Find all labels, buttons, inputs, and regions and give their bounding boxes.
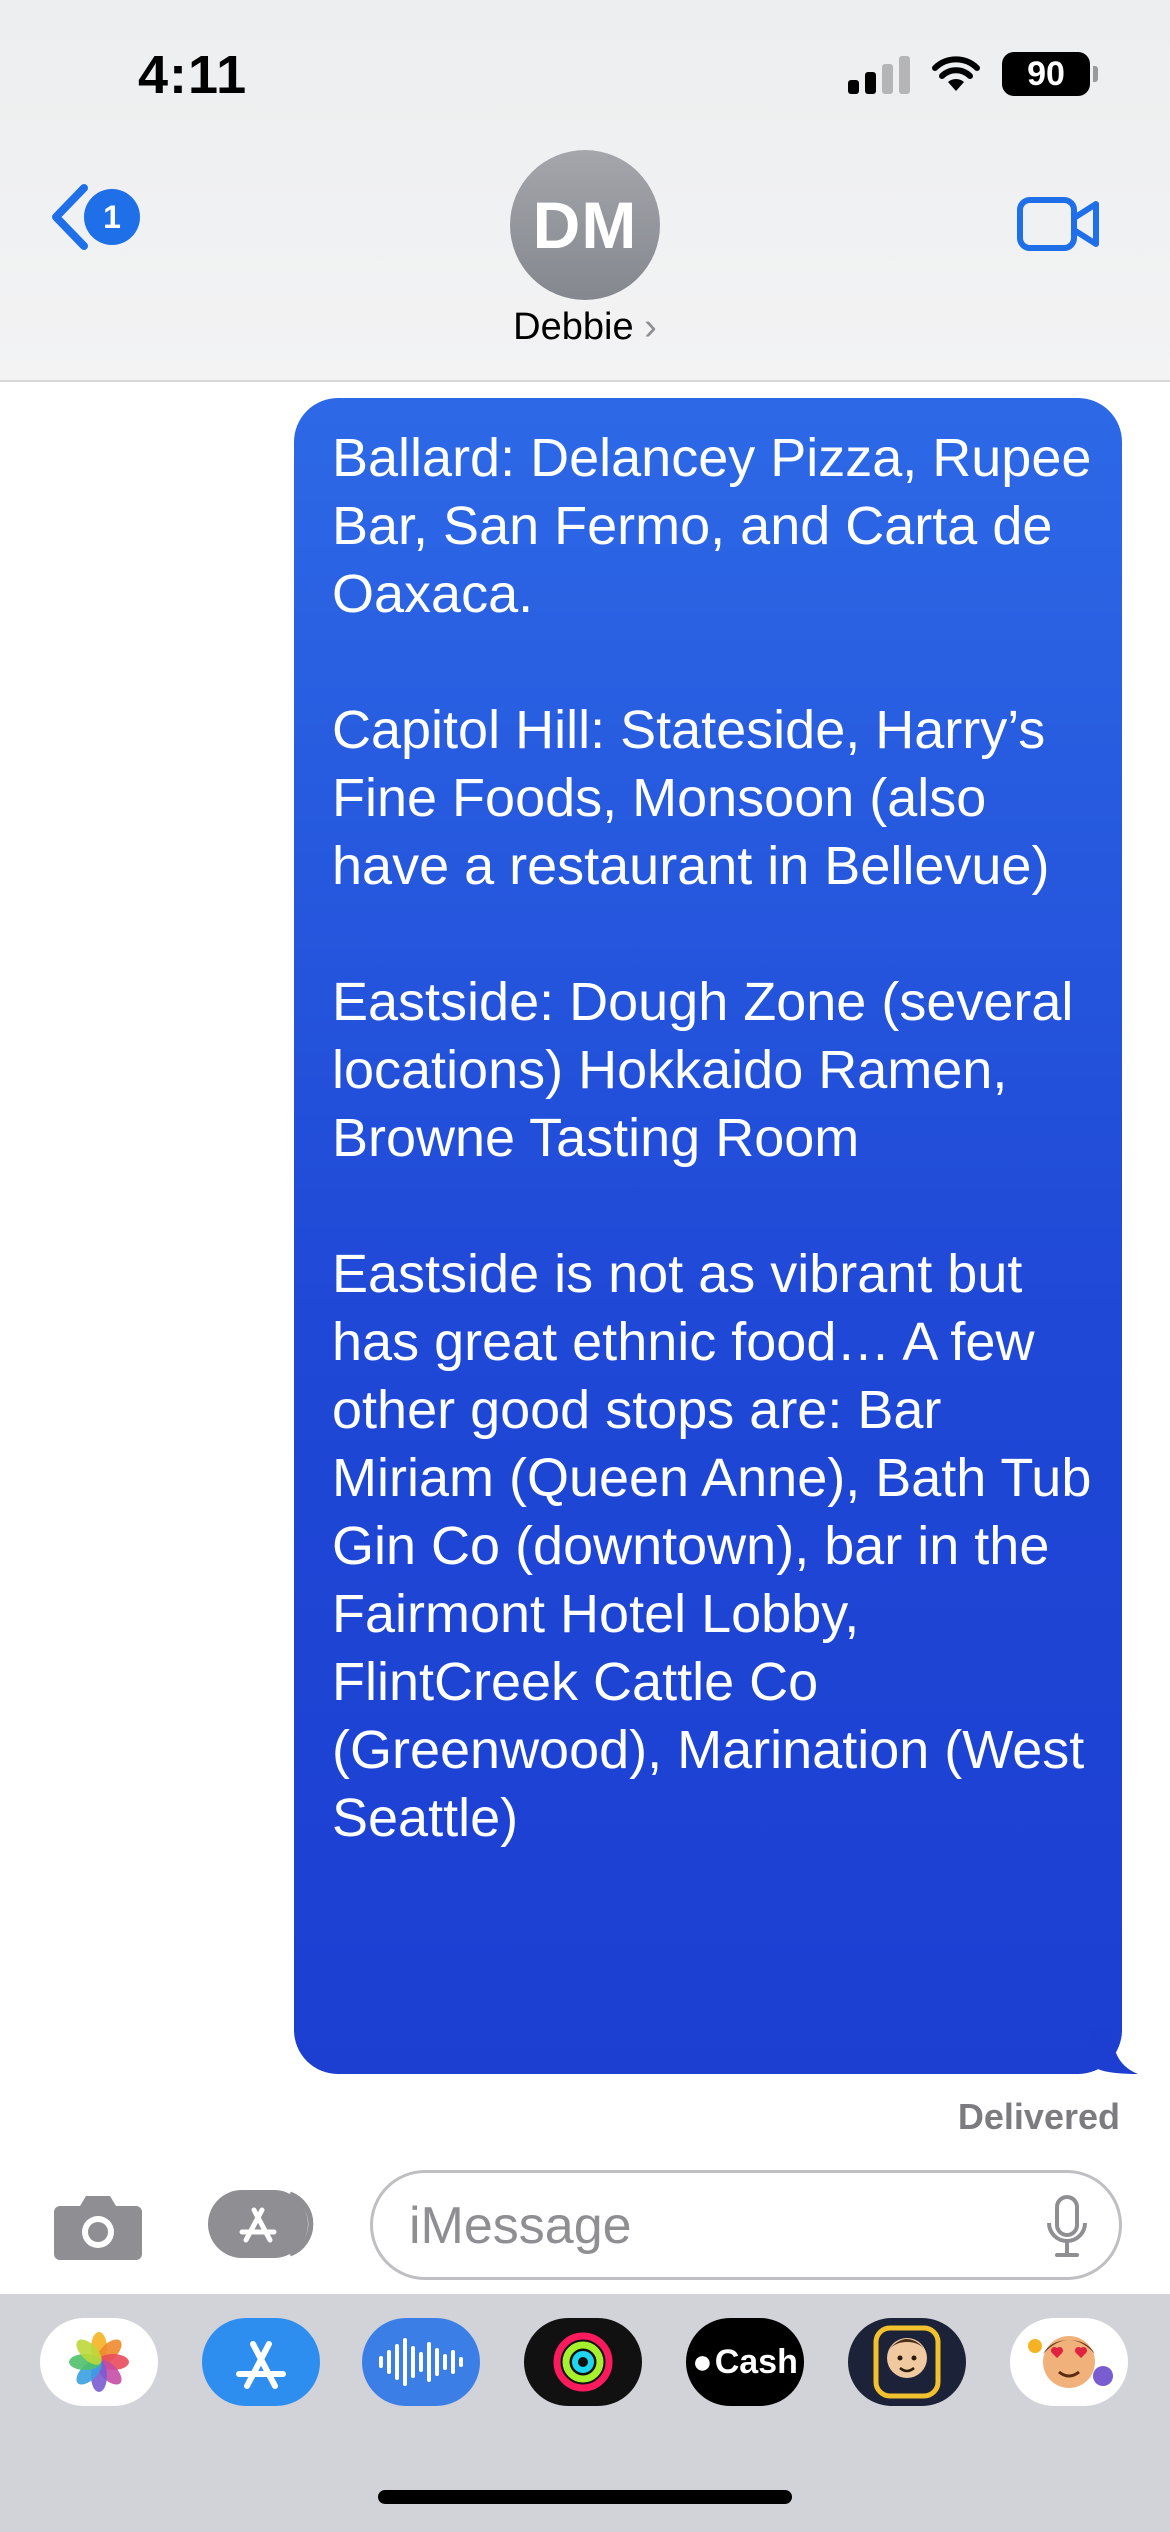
delivery-status: Delivered [957,2096,1120,2137]
apple-logo-icon: ● [692,2342,713,2381]
photos-icon[interactable] [40,2318,158,2406]
facetime-video-button[interactable] [1016,196,1100,257]
battery-indicator: 90 [1002,52,1098,96]
conversation-header: 4:11 90 1 DM Debbie › [0,0,1170,382]
audio-message-icon[interactable] [362,2318,480,2406]
animoji-stickers-icon[interactable] [1010,2318,1128,2406]
unread-count-badge: 1 [84,189,140,245]
sent-message-bubble[interactable]: Ballard: Delancey Pizza, Rupee Bar, San … [294,398,1122,2074]
contact-name-button[interactable]: Debbie › [0,306,1170,349]
video-camera-icon [1017,197,1099,251]
camera-icon [54,2196,142,2260]
message-paragraph: Ballard: Delancey Pizza, Rupee Bar, San … [332,428,1092,624]
imessage-input[interactable] [409,2191,1009,2261]
contact-avatar[interactable]: DM [510,150,660,300]
message-paragraph: Eastside: Dough Zone (several locations)… [332,972,1074,1168]
status-time: 4:11 [138,45,248,105]
home-indicator[interactable] [378,2490,792,2504]
microphone-icon[interactable] [1045,2195,1089,2264]
apps-button[interactable] [206,2188,320,2260]
contact-name: Debbie [513,306,634,348]
cellular-signal-icon [848,54,910,94]
apple-cash-icon[interactable]: ● Cash [686,2318,804,2406]
camera-button[interactable] [52,2190,144,2267]
app-store-icon[interactable] [202,2318,320,2406]
wifi-icon [932,56,980,91]
back-button[interactable]: 1 [46,182,140,252]
message-paragraph: Eastside is not as vibrant but has great… [332,1244,1092,1848]
message-paragraph: Capitol Hill: Stateside, Harry’s Fine Fo… [332,700,1050,896]
status-icons: 90 [848,52,1098,96]
bubble-tail [1090,2030,1138,2074]
memoji-icon[interactable] [848,2318,966,2406]
imessage-input-field[interactable] [370,2170,1122,2280]
fitness-icon[interactable] [524,2318,642,2406]
apple-cash-label: Cash [714,2342,798,2381]
chevron-right-icon: › [644,306,657,348]
app-store-icon [208,2190,314,2258]
